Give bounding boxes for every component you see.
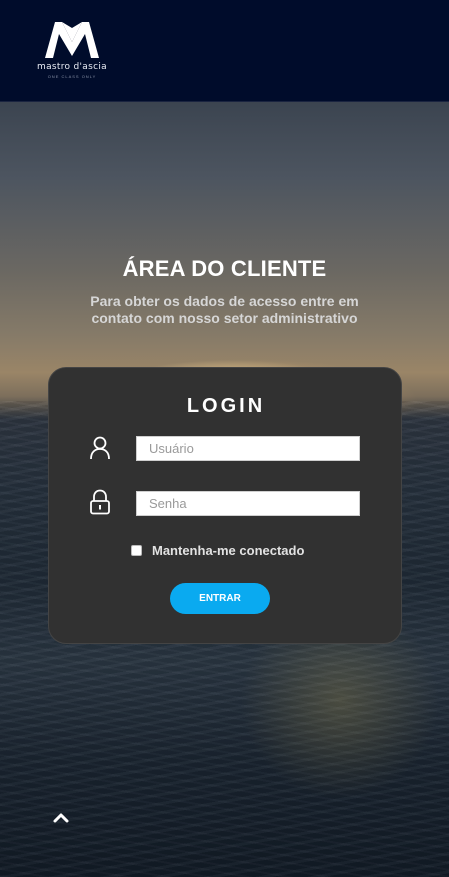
remember-label: Mantenha-me conectado	[152, 543, 305, 558]
logo-icon	[45, 22, 99, 58]
page-title: ÁREA DO CLIENTE	[122, 256, 327, 281]
lock-icon	[90, 489, 110, 515]
login-title: LOGIN	[186, 395, 266, 417]
chevron-up-icon	[53, 813, 69, 823]
logo-name: mastro d'ascia	[37, 62, 107, 72]
username-input[interactable]	[136, 436, 360, 461]
password-input[interactable]	[136, 491, 360, 516]
logo-tagline: ONE CLASS ONLY	[47, 74, 97, 79]
logo[interactable]: mastro d'ascia ONE CLASS ONLY	[30, 20, 114, 80]
page: mastro d'ascia ONE CLASS ONLY ÁREA DO CL…	[0, 0, 449, 877]
page-subtitle: Para obter os dados de acesso entre em c…	[90, 293, 359, 326]
user-icon	[90, 436, 110, 460]
header: mastro d'ascia ONE CLASS ONLY	[0, 0, 449, 102]
remember-checkbox[interactable]	[131, 545, 142, 556]
login-submit-button[interactable]: ENTRAR	[170, 583, 270, 614]
login-card: LOGIN Mantenha-me conectado ENTRAR	[48, 367, 402, 644]
scroll-to-top-button[interactable]	[50, 806, 72, 828]
remember-me[interactable]: Mantenha-me conectado	[131, 543, 304, 558]
